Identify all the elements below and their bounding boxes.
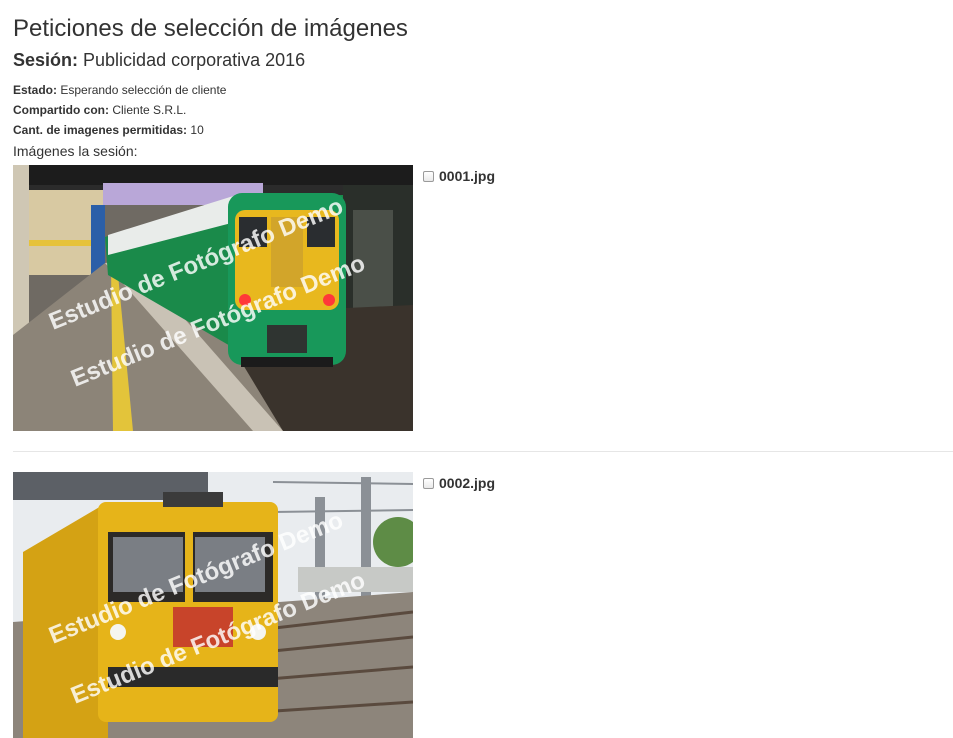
shared-row: Compartido con: Cliente S.R.L. [13,100,953,120]
image-filename: 0001.jpg [439,168,496,184]
image-selection-page: Peticiones de selección de imágenes Sesi… [13,0,953,738]
train-photo-2: Estudio de Fotógrafo Demo Estudio de Fot… [13,472,413,738]
allowed-value: 10 [190,123,204,137]
image-item: Estudio de Fotógrafo Demo Estudio de Fot… [13,165,953,431]
allowed-label: Cant. de imagenes permitidas: [13,123,188,137]
image-select-checkbox[interactable]: 0002.jpg [423,475,495,491]
allowed-row: Cant. de imagenes permitidas: 10 [13,120,953,140]
checkbox-icon[interactable] [423,477,434,489]
checkbox-icon[interactable] [423,170,434,182]
status-row: Estado: Esperando selección de cliente [13,80,953,100]
image-item: Estudio de Fotógrafo Demo Estudio de Fot… [13,472,953,738]
page-title: Peticiones de selección de imágenes [13,15,408,42]
image-thumbnail[interactable]: Estudio de Fotógrafo Demo Estudio de Fot… [13,472,413,738]
image-select-checkbox[interactable]: 0001.jpg [423,168,495,184]
image-filename: 0002.jpg [439,475,496,491]
status-value: Esperando selección de cliente [60,83,227,97]
status-label: Estado: [13,83,58,97]
session-line: Sesión: Publicidad corporativa 2016 [13,49,953,71]
shared-value: Cliente S.R.L. [112,103,187,117]
image-thumbnail[interactable]: Estudio de Fotógrafo Demo Estudio de Fot… [13,165,413,431]
train-photo-1: Estudio de Fotógrafo Demo Estudio de Fot… [13,165,413,431]
session-meta: Estado: Esperando selección de cliente C… [13,80,953,140]
shared-label: Compartido con: [13,103,109,117]
session-name: Publicidad corporativa 2016 [83,50,306,70]
item-divider [13,451,953,452]
images-heading: Imágenes la sesión: [13,143,138,159]
session-label: Sesión: [13,50,79,70]
